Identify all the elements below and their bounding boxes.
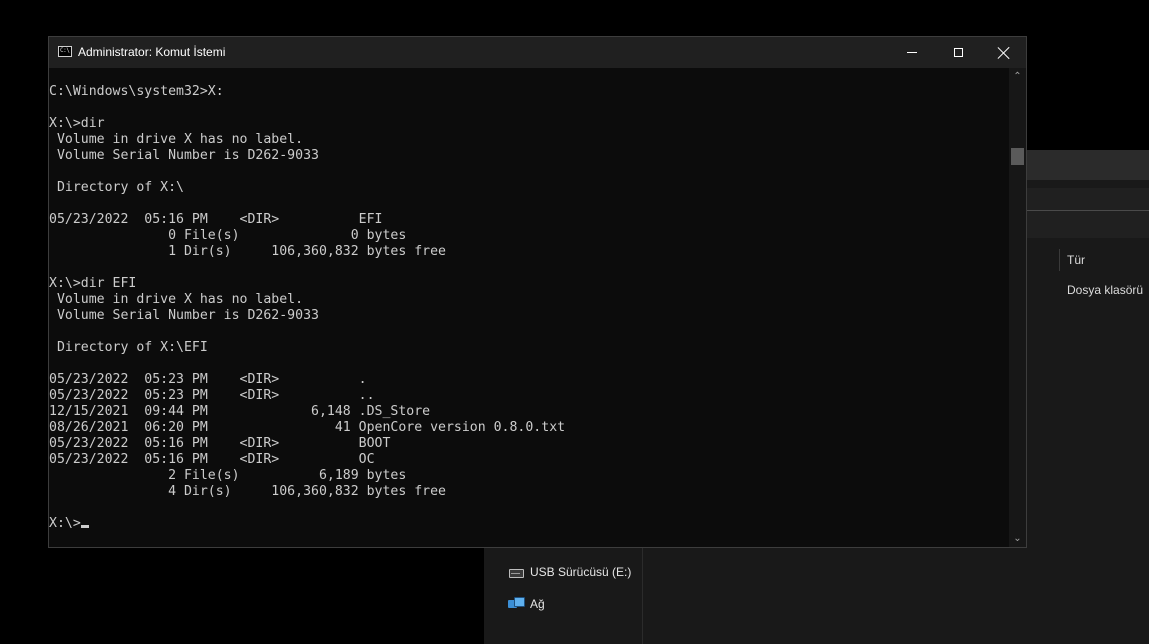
console-line: 2 File(s) 6,189 bytes: [49, 468, 407, 483]
console-line: 12/15/2021 09:44 PM 6,148 .DS_Store: [49, 404, 431, 419]
console-line: Volume Serial Number is D262-9033: [49, 308, 319, 323]
close-button[interactable]: [981, 37, 1027, 68]
nav-item-label: Ağ: [530, 597, 545, 611]
usb-drive-icon: [508, 564, 524, 580]
console-line: 4 Dir(s) 106,360,832 bytes free: [49, 484, 446, 499]
console-line: Directory of X:\EFI: [49, 340, 208, 355]
close-icon: [998, 47, 1010, 59]
command-prompt-line[interactable]: X:\>: [49, 516, 1009, 532]
file-type-cell: Dosya klasörü: [1067, 283, 1144, 297]
console-output[interactable]: C:\Windows\system32>X: X:\>dir Volume in …: [49, 68, 1009, 547]
scroll-thumb[interactable]: [1011, 148, 1024, 165]
maximize-button[interactable]: [935, 37, 981, 68]
scroll-up-button[interactable]: ⌃: [1009, 68, 1026, 85]
console-line: Volume in drive X has no label.: [49, 292, 304, 307]
console-line: 05/23/2022 05:16 PM <DIR> OC: [49, 452, 375, 467]
window-title: Administrator: Komut İstemi: [78, 45, 226, 59]
console-line: X:\>dir: [49, 116, 105, 131]
console-line: 0 File(s) 0 bytes: [49, 228, 407, 243]
console-line: 05/23/2022 05:23 PM <DIR> ..: [49, 388, 375, 403]
title-bar[interactable]: C:\ Administrator: Komut İstemi: [49, 37, 1026, 68]
text-cursor: [80, 525, 89, 528]
column-header-type[interactable]: Tür: [1067, 253, 1085, 267]
console-line: C:\Windows\system32>X:: [49, 84, 224, 99]
maximize-icon: [953, 48, 963, 57]
console-line: Volume Serial Number is D262-9033: [49, 148, 319, 163]
nav-item-label: USB Sürücüsü (E:): [530, 565, 632, 579]
console-line: 05/23/2022 05:16 PM <DIR> BOOT: [49, 436, 391, 451]
console-line: 1 Dir(s) 106,360,832 bytes free: [49, 244, 446, 259]
minimize-button[interactable]: [889, 37, 935, 68]
nav-item-usb-drive[interactable]: USB Sürücüsü (E:): [508, 562, 631, 582]
console-line: X:\>dir EFI: [49, 276, 137, 291]
network-icon: [508, 596, 525, 612]
scroll-down-button[interactable]: ⌄: [1009, 530, 1026, 547]
divider: [1025, 210, 1149, 211]
console-line: 05/23/2022 05:16 PM <DIR> EFI: [49, 212, 383, 227]
console-line: Directory of X:\: [49, 180, 184, 195]
console-icon: C:\: [58, 46, 72, 57]
console-line: Volume in drive X has no label.: [49, 132, 304, 147]
console-line: 05/23/2022 05:23 PM <DIR> .: [49, 372, 367, 387]
column-separator[interactable]: [1059, 249, 1060, 271]
vertical-scrollbar[interactable]: ⌃ ⌄: [1009, 68, 1026, 547]
nav-item-network[interactable]: Ağ: [508, 594, 545, 614]
prompt-text: X:\>: [49, 516, 81, 531]
console-line: 08/26/2021 06:20 PM 41 OpenCore version …: [49, 420, 566, 435]
command-prompt-window[interactable]: C:\ Administrator: Komut İstemi C:\Windo…: [48, 36, 1027, 548]
minimize-icon: [907, 52, 917, 53]
